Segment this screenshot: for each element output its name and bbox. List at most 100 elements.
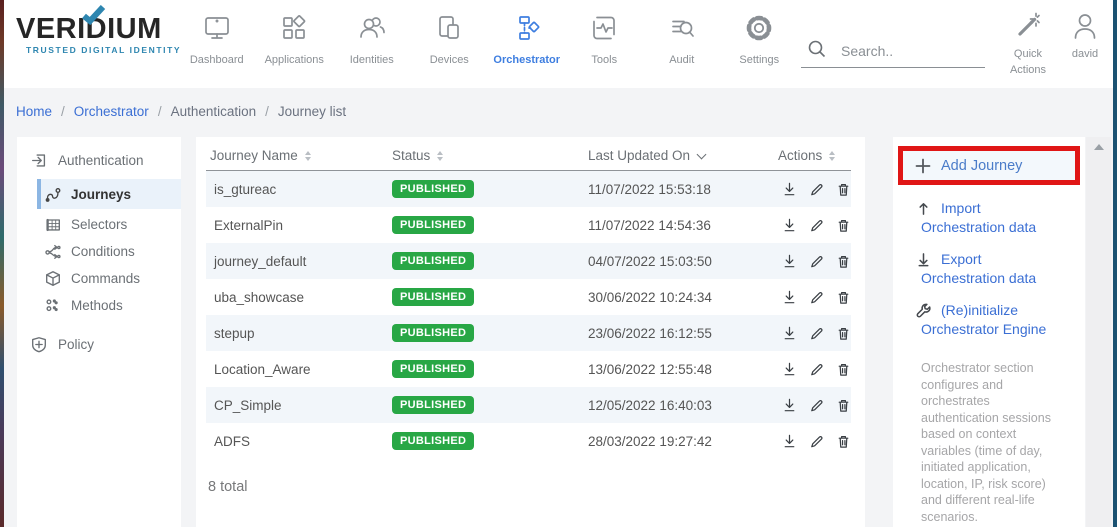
journey-name: CP_Simple <box>206 398 392 413</box>
table-row[interactable]: is_gtureac PUBLISHED 11/07/2022 15:53:18 <box>206 171 851 207</box>
logo-tagline: TRUSTED DIGITAL IDENTITY <box>26 45 181 55</box>
last-updated: 13/06/2022 12:55:48 <box>588 362 778 377</box>
table-row[interactable]: CP_Simple PUBLISHED 12/05/2022 16:40:03 <box>206 387 851 423</box>
edit-pencil-icon[interactable] <box>807 252 825 270</box>
delete-trash-icon[interactable] <box>834 216 852 234</box>
column-header-status[interactable]: Status <box>392 148 588 163</box>
download-icon[interactable] <box>780 396 798 414</box>
nav-item-applications[interactable]: Applications <box>256 10 334 66</box>
status-badge: PUBLISHED <box>392 252 474 270</box>
download-icon[interactable] <box>780 360 798 378</box>
table-row[interactable]: ADFS PUBLISHED 28/03/2022 19:27:42 <box>206 423 851 459</box>
download-icon[interactable] <box>780 288 798 306</box>
table-grid-icon <box>44 216 62 234</box>
sort-icon <box>437 151 443 161</box>
table-row[interactable]: uba_showcase PUBLISHED 30/06/2022 10:24:… <box>206 279 851 315</box>
download-icon[interactable] <box>780 324 798 342</box>
column-header-journey-name[interactable]: Journey Name <box>206 148 392 163</box>
scroll-up-arrow-icon[interactable] <box>1094 144 1104 150</box>
edit-pencil-icon[interactable] <box>807 360 825 378</box>
sidebar-item-authentication[interactable]: Authentication <box>17 145 181 175</box>
import-orchestration-link[interactable]: Import Orchestration data <box>915 199 1085 236</box>
login-arrow-icon <box>30 151 48 169</box>
delete-trash-icon[interactable] <box>834 180 852 198</box>
table-row[interactable]: ExternalPin PUBLISHED 11/07/2022 14:54:3… <box>206 207 851 243</box>
dots-pattern-icon <box>44 297 62 315</box>
delete-trash-icon[interactable] <box>834 396 852 414</box>
panel-scrollbar[interactable] <box>1086 137 1111 527</box>
search-input[interactable] <box>841 43 971 59</box>
nav-item-settings[interactable]: Settings <box>721 10 799 66</box>
download-icon[interactable] <box>780 216 798 234</box>
add-journey-button[interactable]: Add Journey <box>898 146 1080 185</box>
journey-name: ADFS <box>206 434 392 449</box>
last-updated: 12/05/2022 16:40:03 <box>588 398 778 413</box>
background-window-sliver-right <box>1113 0 1117 527</box>
sidebar-item-commands[interactable]: Commands <box>37 265 181 292</box>
last-updated: 04/07/2022 15:03:50 <box>588 254 778 269</box>
column-header-last-updated[interactable]: Last Updated On <box>588 148 778 163</box>
journey-name: journey_default <box>206 254 392 269</box>
sidebar-item-conditions[interactable]: Conditions <box>37 238 181 265</box>
shield-icon <box>30 335 48 353</box>
sort-icon <box>305 151 311 161</box>
branch-icon <box>44 243 62 261</box>
table-row[interactable]: journey_default PUBLISHED 04/07/2022 15:… <box>206 243 851 279</box>
status-badge: PUBLISHED <box>392 180 474 198</box>
username-label: david <box>1072 46 1098 62</box>
nav-item-dashboard[interactable]: Dashboard <box>178 10 256 66</box>
nav-item-devices[interactable]: Devices <box>411 10 489 66</box>
nav-item-audit[interactable]: Audit <box>643 10 721 66</box>
breadcrumb-authentication: Authentication <box>171 104 257 119</box>
edit-pencil-icon[interactable] <box>807 288 825 306</box>
sidebar-item-journeys[interactable]: Journeys <box>37 179 181 209</box>
table-row[interactable]: Location_Aware PUBLISHED 13/06/2022 12:5… <box>206 351 851 387</box>
sidebar: Authentication Journeys Selectors Condit… <box>17 137 181 527</box>
status-badge: PUBLISHED <box>392 432 474 450</box>
column-header-actions[interactable]: Actions <box>778 148 851 163</box>
nav-item-identities[interactable]: Identities <box>333 10 411 66</box>
quick-actions-button[interactable]: Quick Actions <box>999 10 1057 78</box>
gear-icon <box>744 10 774 46</box>
sort-icon <box>829 151 835 161</box>
breadcrumb-home[interactable]: Home <box>16 104 52 119</box>
veridium-logo[interactable]: VERIDIUM TRUSTED DIGITAL IDENTITY <box>16 14 181 55</box>
delete-trash-icon[interactable] <box>834 360 852 378</box>
download-icon[interactable] <box>780 252 798 270</box>
user-menu[interactable]: david <box>1060 12 1110 62</box>
main-nav: Dashboard Applications Identities Device… <box>178 10 798 66</box>
edit-pencil-icon[interactable] <box>807 324 825 342</box>
delete-trash-icon[interactable] <box>834 252 852 270</box>
delete-trash-icon[interactable] <box>834 432 852 450</box>
orchestrator-description: Orchestrator section configures and orch… <box>921 360 1069 525</box>
global-search <box>801 34 985 68</box>
breadcrumb-orchestrator[interactable]: Orchestrator <box>74 104 149 119</box>
export-orchestration-link[interactable]: Export Orchestration data <box>915 250 1085 287</box>
status-badge: PUBLISHED <box>392 288 474 306</box>
status-badge: PUBLISHED <box>392 216 474 234</box>
sidebar-item-methods[interactable]: Methods <box>37 292 181 319</box>
edit-pencil-icon[interactable] <box>807 396 825 414</box>
delete-trash-icon[interactable] <box>834 288 852 306</box>
nav-item-tools[interactable]: Tools <box>566 10 644 66</box>
edit-pencil-icon[interactable] <box>807 180 825 198</box>
delete-trash-icon[interactable] <box>834 324 852 342</box>
quick-actions-label: Quick Actions <box>1010 46 1046 78</box>
table-row[interactable]: stepup PUBLISHED 23/06/2022 16:12:55 <box>206 315 851 351</box>
download-arrow-icon <box>915 251 932 268</box>
status-badge: PUBLISHED <box>392 324 474 342</box>
last-updated: 11/07/2022 15:53:18 <box>588 182 778 197</box>
download-icon[interactable] <box>780 432 798 450</box>
monitor-icon <box>202 10 232 46</box>
reinitialize-engine-link[interactable]: (Re)initialize Orchestrator Engine <box>915 301 1085 338</box>
nav-item-orchestrator[interactable]: Orchestrator <box>488 10 566 66</box>
sidebar-item-policy[interactable]: Policy <box>17 329 181 359</box>
pulse-square-icon <box>589 10 619 46</box>
edit-pencil-icon[interactable] <box>807 432 825 450</box>
upload-arrow-icon <box>915 200 932 217</box>
edit-pencil-icon[interactable] <box>807 216 825 234</box>
sidebar-item-selectors[interactable]: Selectors <box>37 211 181 238</box>
journey-name: is_gtureac <box>206 182 392 197</box>
last-updated: 30/06/2022 10:24:34 <box>588 290 778 305</box>
download-icon[interactable] <box>780 180 798 198</box>
